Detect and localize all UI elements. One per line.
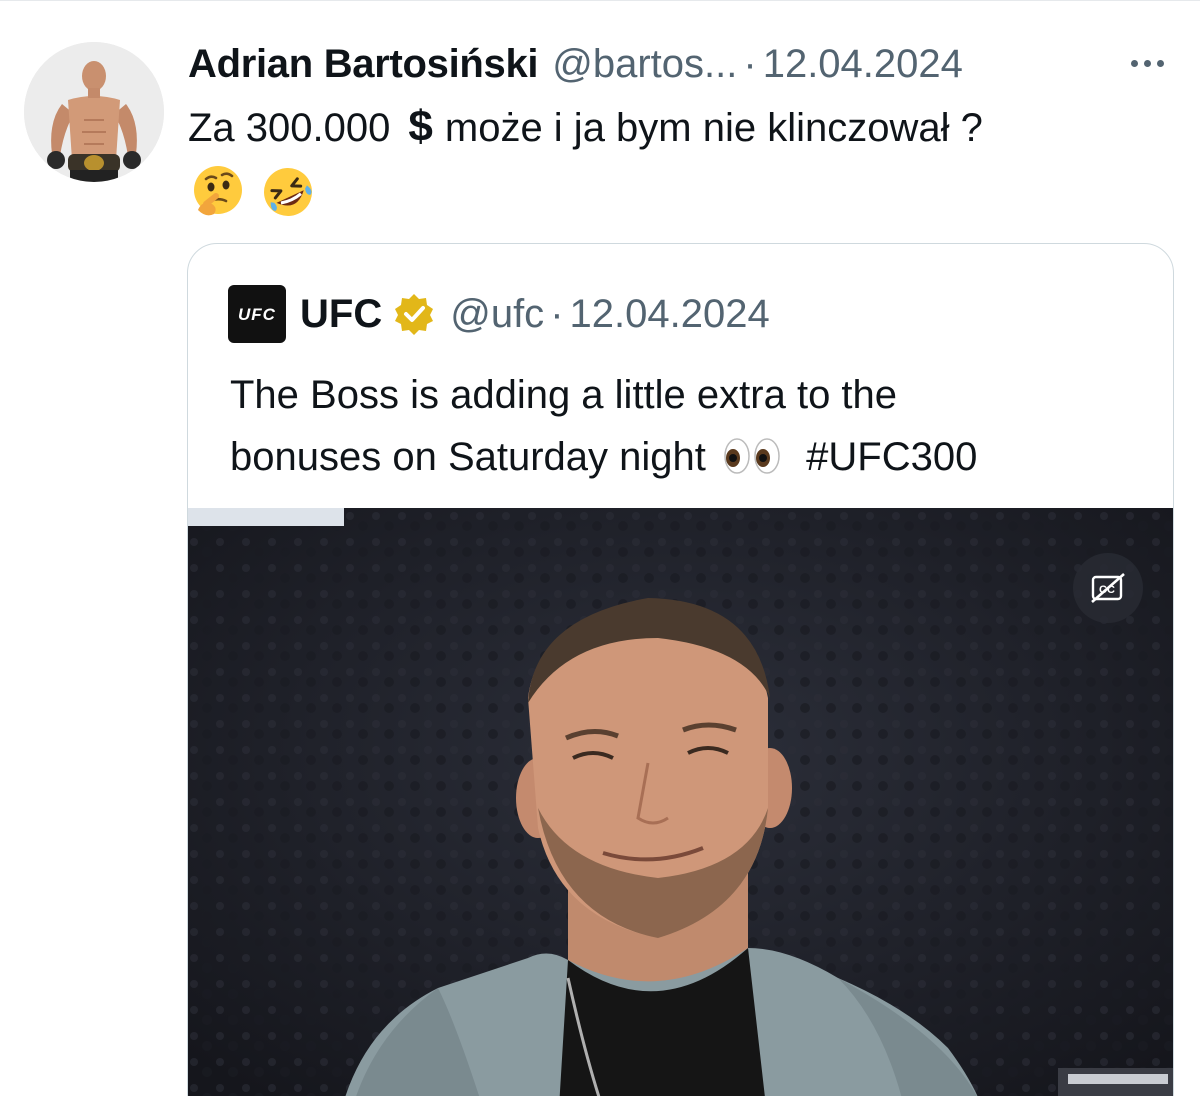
quoted-tweet-text: The Boss is adding a little extra to the… — [230, 364, 1150, 488]
tweet-view: Adrian Bartosiński @bartos... · 12.04.20… — [0, 0, 1200, 1096]
quoted-text-line2: bonuses on Saturday night #UFC300 — [230, 426, 1150, 488]
more-options-button[interactable] — [1120, 46, 1174, 80]
avatar-image — [24, 42, 164, 182]
quoted-tweet-header: UFC UFC @ufc · 12.04.2024 — [228, 284, 770, 344]
video-frame — [188, 508, 1173, 1096]
quoted-tweet-card[interactable]: UFC UFC @ufc · 12.04.2024 The Boss is ad… — [187, 243, 1174, 1096]
svg-text:UFC: UFC — [238, 305, 276, 324]
tweet-header: Adrian Bartosiński @bartos... · 12.04.20… — [188, 36, 963, 92]
author-handle[interactable]: @bartos... — [552, 42, 737, 87]
tweet-date[interactable]: 12.04.2024 — [763, 42, 963, 87]
quoted-author-handle[interactable]: @ufc — [450, 292, 544, 337]
verified-badge-icon — [395, 294, 434, 335]
closed-captions-button[interactable]: CC — [1073, 553, 1143, 623]
tweet-text-part2: może i ja bym nie klinczował ? — [444, 106, 983, 150]
tweet-text-part1: Za 300.000 — [188, 106, 391, 150]
video-player[interactable]: CC — [188, 508, 1173, 1096]
closed-captions-off-icon: CC — [1091, 573, 1125, 603]
tweet-text: Za 300.000 $ może i ja bym nie klinczował … — [188, 98, 1178, 157]
thinking-face-icon — [194, 166, 242, 216]
divider — [0, 0, 1200, 6]
author-name[interactable]: Adrian Bartosiński — [188, 42, 539, 87]
more-dot-icon — [1156, 59, 1164, 67]
quoted-text-line2-part: bonuses on Saturday night — [230, 435, 706, 479]
separator: · — [743, 41, 757, 86]
quoted-author-name[interactable]: UFC — [300, 292, 382, 337]
more-dot-icon — [1130, 59, 1138, 67]
quoted-text-line1: The Boss is adding a little extra to the — [230, 373, 898, 417]
hashtag-link[interactable]: #UFC300 — [806, 435, 977, 479]
ufc-avatar[interactable]: UFC — [228, 285, 286, 343]
quoted-tweet-date[interactable]: 12.04.2024 — [570, 292, 770, 337]
eyes-icon — [724, 438, 780, 474]
avatar[interactable] — [24, 42, 164, 182]
heavy-dollar-sign-icon: $ — [408, 102, 433, 151]
more-dot-icon — [1143, 59, 1151, 67]
emoji-row — [190, 164, 316, 220]
separator: · — [550, 291, 564, 336]
rolling-laughing-icon — [264, 168, 312, 216]
ufc-logo-icon: UFC — [238, 305, 276, 324]
